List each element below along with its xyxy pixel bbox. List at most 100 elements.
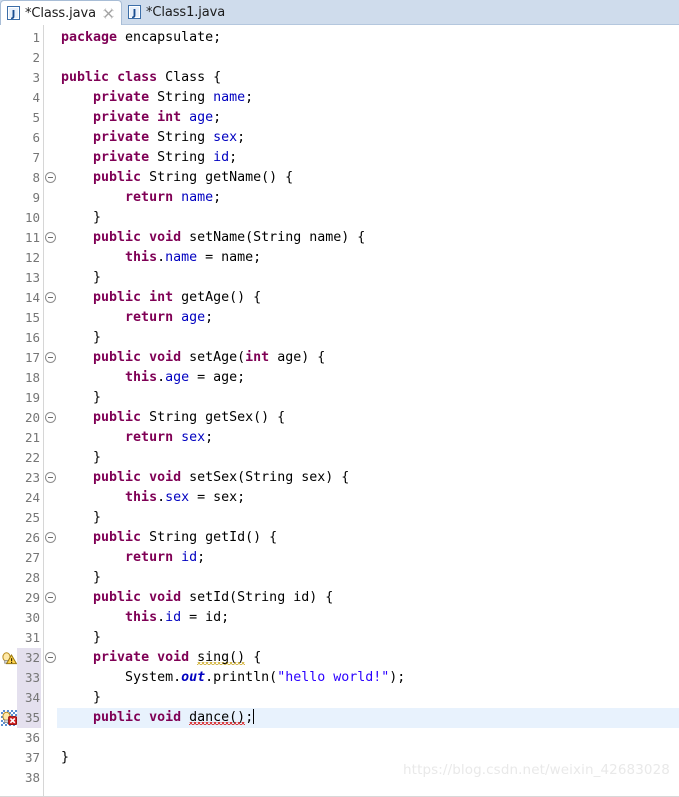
code-token: public	[93, 170, 142, 185]
code-line[interactable]: public String getName() {	[57, 168, 679, 188]
code-line[interactable]: public int getAge() {	[57, 288, 679, 308]
code-token: String	[149, 150, 214, 165]
code-token: age	[165, 370, 190, 385]
code-line[interactable]: System.out.println("hello world!");	[57, 668, 679, 688]
watermark-text: https://blog.csdn.net/weixin_42683028	[403, 762, 670, 778]
code-line[interactable]: }	[57, 508, 679, 528]
code-line[interactable]: }	[57, 688, 679, 708]
error-quickfix-icon[interactable]	[1, 710, 18, 726]
code-line[interactable]: return age;	[57, 308, 679, 328]
code-line[interactable]: private String id;	[57, 148, 679, 168]
eclipse-java-editor-window: J *Class.java J *Class1.java 1 2 3 4 5 6…	[0, 0, 679, 797]
code-line[interactable]: this.id = id;	[57, 608, 679, 628]
code-token: sex	[165, 490, 190, 505]
code-line[interactable]: return sex;	[57, 428, 679, 448]
code-line[interactable]	[57, 728, 679, 748]
code-token: = sex;	[189, 490, 246, 505]
fold-slot	[44, 748, 57, 768]
code-token: }	[61, 390, 102, 405]
fold-collapse-icon[interactable]	[45, 172, 56, 183]
fold-collapse-icon[interactable]	[45, 472, 56, 483]
code-token: }	[61, 270, 102, 285]
code-line[interactable]: public String getId() {	[57, 528, 679, 548]
fold-collapse-icon[interactable]	[45, 532, 56, 543]
code-token: sex	[213, 130, 238, 145]
fold-collapse-icon[interactable]	[45, 412, 56, 423]
code-text-area[interactable]: package encapsulate; public class Class {…	[57, 25, 679, 797]
line-number: 32	[17, 648, 41, 668]
fold-collapse-icon[interactable]	[45, 352, 56, 363]
fold-slot	[44, 348, 57, 368]
fold-slot	[44, 408, 57, 428]
code-line[interactable]: public String getSex() {	[57, 408, 679, 428]
code-token: getAge() {	[173, 290, 262, 305]
code-token: setId(String id) {	[181, 590, 334, 605]
code-line[interactable]: return name;	[57, 188, 679, 208]
code-token: setName(String name) {	[181, 230, 366, 245]
code-token: public	[93, 530, 142, 545]
code-line[interactable]: }	[57, 388, 679, 408]
line-number: 8	[32, 170, 40, 185]
code-line[interactable]	[57, 48, 679, 68]
code-line[interactable]: private void sing() {	[57, 648, 679, 668]
code-line[interactable]: this.age = age;	[57, 368, 679, 388]
fold-slot	[44, 88, 57, 108]
fold-collapse-icon[interactable]	[45, 652, 56, 663]
line-number: 5	[32, 110, 40, 125]
code-token: return	[125, 310, 174, 325]
code-token: = id;	[181, 610, 230, 625]
code-token: }	[61, 210, 102, 225]
code-line[interactable]: private int age;	[57, 108, 679, 128]
fold-collapse-icon[interactable]	[45, 292, 56, 303]
code-token: String getName() {	[141, 170, 294, 185]
code-folding-ruler[interactable]	[44, 25, 57, 797]
code-line[interactable]: private String name;	[57, 88, 679, 108]
code-line[interactable]: }	[57, 628, 679, 648]
code-token: id	[213, 150, 230, 165]
code-line[interactable]: }	[57, 448, 679, 468]
code-line[interactable]: public void dance();	[57, 708, 679, 728]
code-line[interactable]: public void setAge(int age) {	[57, 348, 679, 368]
code-line[interactable]: public class Class {	[57, 68, 679, 88]
line-number: 36	[24, 730, 40, 745]
code-line[interactable]: package encapsulate;	[57, 28, 679, 48]
code-token: ;	[213, 110, 222, 125]
code-line[interactable]: this.name = name;	[57, 248, 679, 268]
code-token: age	[181, 310, 206, 325]
code-line[interactable]: public void setName(String name) {	[57, 228, 679, 248]
fold-collapse-icon[interactable]	[45, 232, 56, 243]
line-number: 12	[24, 250, 40, 265]
line-number: 4	[32, 90, 40, 105]
code-line[interactable]: private String sex;	[57, 128, 679, 148]
line-number: 37	[24, 750, 40, 765]
code-line[interactable]: return id;	[57, 548, 679, 568]
code-line[interactable]: public void setId(String id) {	[57, 588, 679, 608]
fold-slot	[44, 208, 57, 228]
line-number: 15	[24, 310, 40, 325]
code-token: name	[165, 250, 198, 265]
tab-class1-java[interactable]: J *Class1.java	[122, 0, 232, 24]
code-token: String getId() {	[141, 530, 278, 545]
code-line[interactable]: this.sex = sex;	[57, 488, 679, 508]
warning-quickfix-icon[interactable]	[1, 650, 18, 666]
code-line[interactable]: }	[57, 268, 679, 288]
line-number-ruler: 1 2 3 4 5 6 7 8 9 10 11 12 13 14 15 16 17 18 19 20 21 22 23 24 2…	[17, 25, 44, 797]
fold-collapse-icon[interactable]	[45, 592, 56, 603]
code-line[interactable]: }	[57, 208, 679, 228]
code-line[interactable]: public void setSex(String sex) {	[57, 468, 679, 488]
tab-class-java[interactable]: J *Class.java	[0, 0, 122, 25]
code-token: }	[61, 510, 102, 525]
code-line[interactable]: }	[57, 328, 679, 348]
annotation-marker-ruler[interactable]	[0, 25, 18, 797]
code-line[interactable]: }	[57, 568, 679, 588]
close-icon[interactable]	[103, 7, 114, 19]
